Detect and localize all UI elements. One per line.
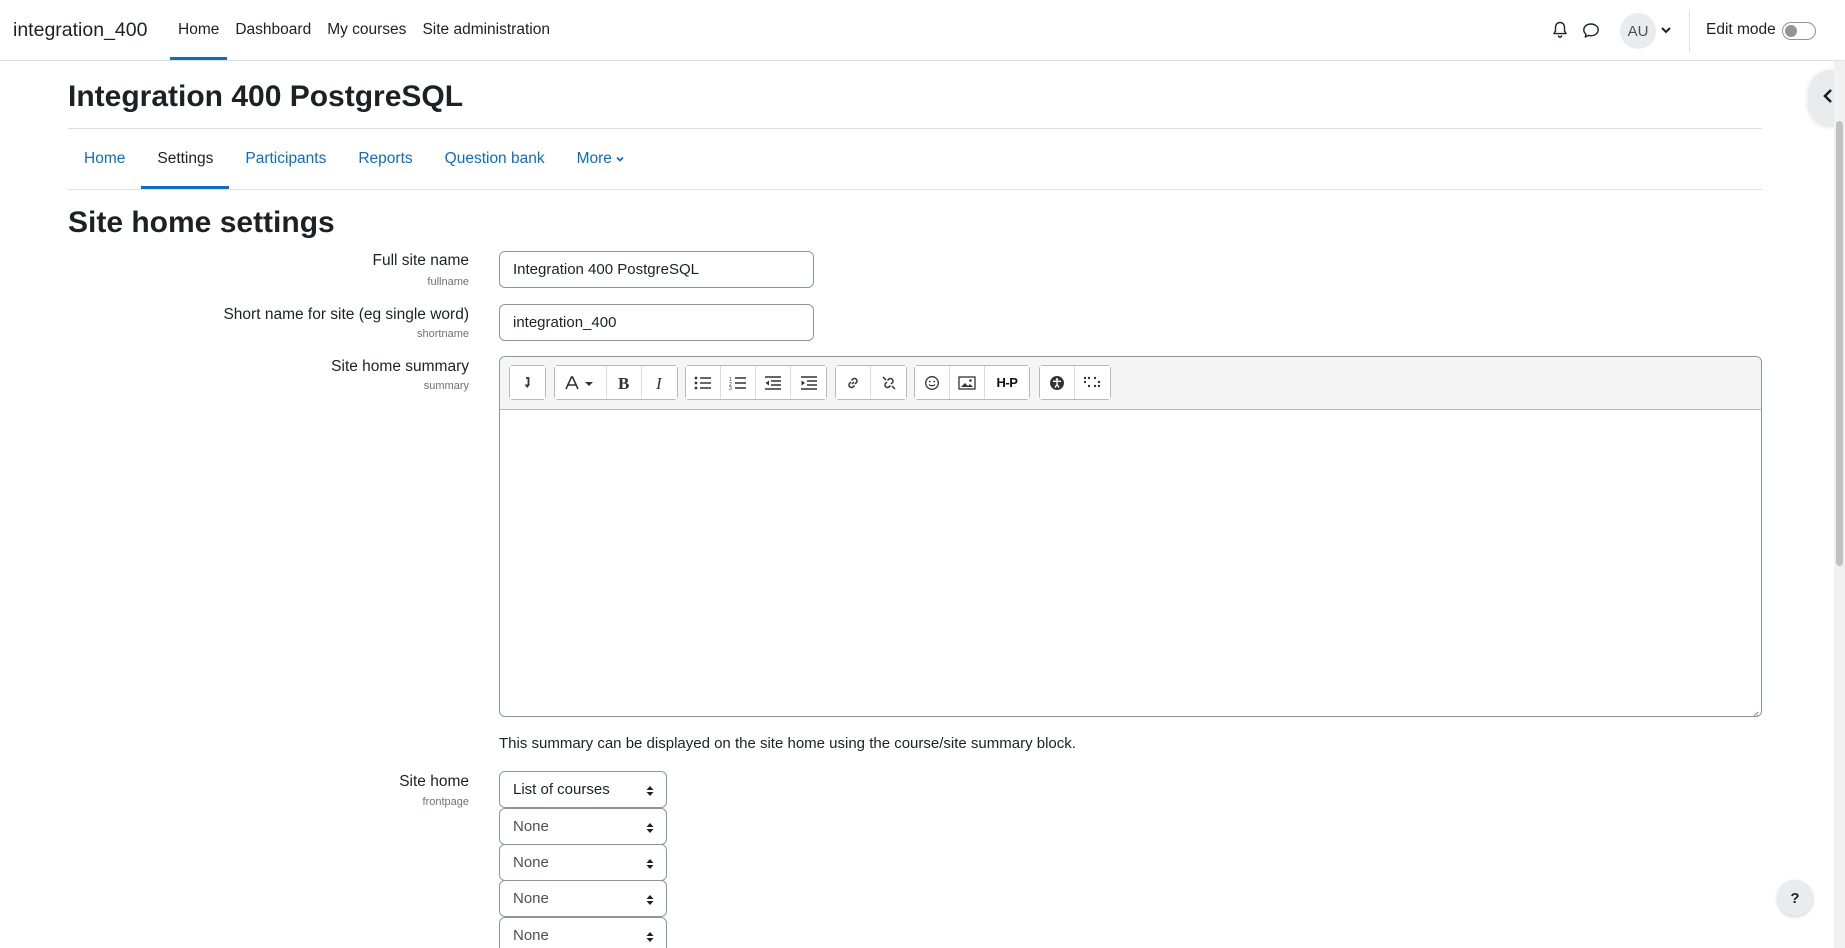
image-icon[interactable]	[950, 366, 985, 399]
shortname-label: Short name for site (eg single word)	[223, 306, 469, 323]
screenreader-helper-icon[interactable]	[1075, 366, 1110, 399]
frontpage-label: Site home	[399, 773, 469, 790]
primary-navigation: Home Dashboard My courses Site administr…	[170, 0, 558, 60]
chevron-down-icon	[615, 154, 625, 164]
shortname-sublabel: shortname	[417, 328, 469, 340]
link-icon[interactable]	[836, 366, 871, 399]
summary-editor: B I 123 H-P	[499, 356, 1762, 717]
nav-home[interactable]: Home	[170, 0, 228, 60]
frontpage-select-3-value: None	[513, 854, 549, 871]
resize-handle-icon[interactable]	[1751, 706, 1759, 716]
collapse-icon[interactable]	[510, 366, 545, 399]
h5p-icon[interactable]: H-P	[985, 366, 1029, 399]
svg-text:I: I	[655, 375, 663, 391]
nav-dashboard[interactable]: Dashboard	[227, 0, 319, 60]
emoji-icon[interactable]	[915, 366, 950, 399]
scrollbar-thumb[interactable]	[1836, 121, 1843, 566]
italic-icon[interactable]: I	[642, 366, 677, 399]
toggle-knob	[1785, 25, 1797, 37]
page-title: Integration 400 PostgreSQL	[68, 80, 464, 113]
frontpage-select-5[interactable]: None	[499, 917, 667, 948]
edit-mode-toggle[interactable]	[1782, 22, 1816, 40]
svg-text:B: B	[618, 375, 629, 391]
summary-help-text: This summary can be displayed on the sit…	[499, 735, 1076, 752]
frontpage-select-4[interactable]: None	[499, 880, 667, 917]
edit-mode-label: Edit mode	[1706, 21, 1776, 38]
bold-icon[interactable]: B	[607, 366, 642, 399]
nav-my-courses[interactable]: My courses	[319, 0, 414, 60]
section-title: Site home settings	[68, 206, 335, 239]
chevron-down-icon[interactable]	[1660, 22, 1672, 42]
tab-home[interactable]: Home	[68, 129, 141, 189]
frontpage-select-4-value: None	[513, 890, 549, 907]
indent-icon[interactable]	[791, 366, 826, 399]
toolbar-group-lists: 123	[685, 365, 827, 400]
toolbar-group-links	[835, 365, 907, 400]
select-arrows-icon	[646, 930, 654, 947]
chevron-left-icon	[1822, 88, 1834, 108]
font-style-icon[interactable]	[555, 366, 607, 399]
tab-question-bank[interactable]: Question bank	[429, 129, 561, 189]
chat-icon[interactable]	[1580, 19, 1602, 41]
tab-more[interactable]: More	[561, 129, 641, 189]
avatar[interactable]: AU	[1620, 13, 1656, 49]
select-arrows-icon	[646, 784, 654, 801]
fullname-field[interactable]: Integration 400 PostgreSQL	[499, 251, 814, 288]
summary-editor-content[interactable]	[500, 410, 1761, 716]
navbar-divider	[1689, 10, 1690, 52]
summary-label: Site home summary	[331, 358, 469, 375]
tab-settings[interactable]: Settings	[141, 129, 230, 189]
bell-icon[interactable]	[1549, 19, 1571, 41]
frontpage-select-1[interactable]: List of courses	[499, 771, 667, 808]
h5p-text: H-P	[996, 375, 1018, 390]
fullname-label: Full site name	[372, 252, 469, 269]
toolbar-group-media: H-P	[914, 365, 1030, 400]
fullname-sublabel: fullname	[427, 276, 469, 288]
select-arrows-icon	[646, 893, 654, 910]
secondary-navigation: Home Settings Participants Reports Quest…	[68, 129, 641, 189]
unlink-icon[interactable]	[871, 366, 906, 399]
unordered-list-icon[interactable]	[686, 366, 721, 399]
tab-participants[interactable]: Participants	[229, 129, 342, 189]
accessibility-checker-icon[interactable]	[1040, 366, 1075, 399]
editor-toolbar: B I 123 H-P	[500, 357, 1761, 410]
tab-reports[interactable]: Reports	[342, 129, 428, 189]
frontpage-select-2[interactable]: None	[499, 808, 667, 845]
nav-site-administration[interactable]: Site administration	[414, 0, 558, 60]
outdent-icon[interactable]	[756, 366, 791, 399]
select-arrows-icon	[646, 857, 654, 874]
svg-text:3: 3	[729, 386, 732, 390]
frontpage-select-3[interactable]: None	[499, 844, 667, 881]
shortname-field[interactable]: integration_400	[499, 304, 814, 341]
select-arrows-icon	[646, 821, 654, 838]
page-scrollbar[interactable]	[1834, 61, 1845, 948]
site-brand[interactable]: integration_400	[13, 19, 147, 42]
toolbar-group-collapse	[509, 365, 546, 400]
top-navbar: integration_400 Home Dashboard My course…	[0, 0, 1845, 61]
frontpage-select-1-value: List of courses	[513, 781, 610, 798]
summary-sublabel: summary	[423, 380, 469, 392]
frontpage-sublabel: frontpage	[422, 796, 469, 808]
toolbar-group-text: B I	[554, 365, 678, 400]
frontpage-select-2-value: None	[513, 818, 549, 835]
nav-divider	[68, 189, 1762, 190]
frontpage-select-5-value: None	[513, 927, 549, 944]
help-button[interactable]: ?	[1777, 880, 1813, 916]
ordered-list-icon[interactable]: 123	[721, 366, 756, 399]
toolbar-group-accessibility	[1039, 365, 1111, 400]
tab-more-label: More	[576, 150, 612, 167]
